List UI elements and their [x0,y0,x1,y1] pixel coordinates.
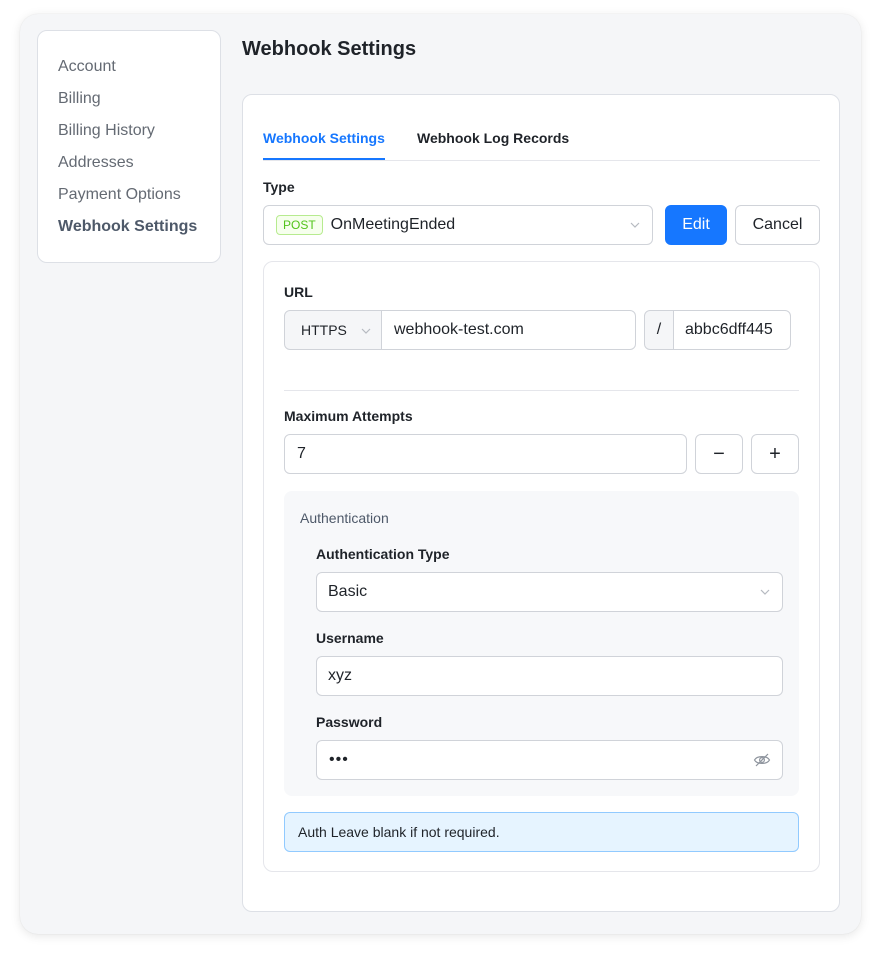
password-value: ••• [329,751,349,768]
max-attempts-value: 7 [297,445,306,462]
sidebar-item-addresses[interactable]: Addresses [58,147,220,179]
sidebar-item-payment-options[interactable]: Payment Options [58,179,220,211]
method-badge: POST [276,215,323,235]
username-value: xyz [328,667,352,684]
alert-text: Auth Leave blank if not required. [298,824,500,840]
password-input[interactable]: ••• [316,740,783,780]
username-input[interactable]: xyz [316,656,783,696]
sidebar-item-billing-history[interactable]: Billing History [58,115,220,147]
edit-button[interactable]: Edit [665,205,727,245]
cancel-button[interactable]: Cancel [735,205,820,245]
password-label: Password [316,714,383,730]
type-select-value: OnMeetingEnded [330,216,456,233]
sidebar-item-billing[interactable]: Billing [58,83,220,115]
auth-type-label: Authentication Type [316,546,450,562]
url-path-input[interactable]: abbc6dff445 [673,310,791,350]
page-title: Webhook Settings [242,38,417,60]
authentication-section: Authentication Authentication Type Basic… [284,491,799,796]
type-select[interactable]: POST OnMeetingEnded [263,205,653,245]
chevron-down-icon [361,326,371,336]
url-path-value: abbc6dff445 [685,321,773,338]
tab-webhook-settings[interactable]: Webhook Settings [263,130,385,146]
tab-bar: Webhook Settings Webhook Log Records [263,125,820,161]
url-path-separator: / [644,310,674,350]
sidebar-item-account[interactable]: Account [58,51,220,83]
section-divider [284,390,799,391]
eye-slash-icon[interactable] [753,752,771,768]
auth-type-select[interactable]: Basic [316,572,783,612]
increment-button[interactable]: + [751,434,799,474]
active-tab-indicator [263,158,385,160]
plus-icon: + [769,442,781,465]
webhook-config-panel: URL HTTPS webhook-test.com / abbc6dff445… [263,261,820,872]
type-label: Type [263,179,295,195]
webhook-settings-card: Webhook Settings Webhook Log Records Typ… [242,94,840,912]
separator-text: / [656,321,662,338]
auth-type-value: Basic [328,583,368,600]
tab-webhook-log-records[interactable]: Webhook Log Records [417,130,569,146]
authentication-title: Authentication [300,510,389,526]
url-host-input[interactable]: webhook-test.com [381,310,636,350]
username-label: Username [316,630,384,646]
sidebar: Account Billing Billing History Addresse… [37,30,221,263]
max-attempts-input[interactable]: 7 [284,434,687,474]
chevron-down-icon [630,220,640,230]
protocol-value: HTTPS [301,322,347,338]
max-attempts-label: Maximum Attempts [284,408,413,424]
minus-icon: − [713,442,725,465]
sidebar-item-webhook-settings[interactable]: Webhook Settings [58,211,220,243]
protocol-select[interactable]: HTTPS [284,310,382,350]
decrement-button[interactable]: − [695,434,743,474]
url-label: URL [284,284,313,300]
chevron-down-icon [760,587,770,597]
info-alert: Auth Leave blank if not required. [284,812,799,852]
url-host-value: webhook-test.com [394,321,524,338]
